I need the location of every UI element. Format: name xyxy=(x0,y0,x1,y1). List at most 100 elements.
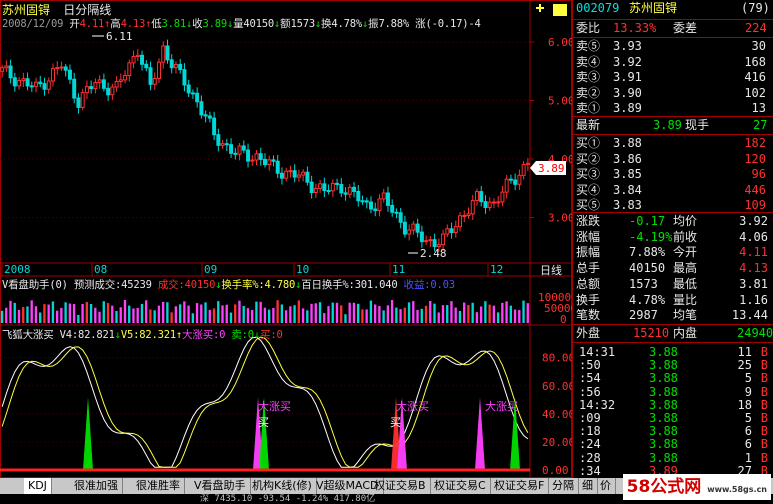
candle-body xyxy=(470,199,475,215)
volume-bar xyxy=(81,303,84,323)
max-price-label: 6.11 xyxy=(106,30,133,43)
volume-bar xyxy=(471,302,474,323)
amount-value: 1573 xyxy=(290,18,315,30)
tab-8[interactable]: 权证交易F xyxy=(490,478,550,494)
candle-body xyxy=(356,190,361,202)
tab-7[interactable]: 权证交易C xyxy=(430,478,491,494)
last-price-row: 最新 3.89 现手 27 xyxy=(576,118,768,132)
ask-volume: 30 xyxy=(751,39,766,53)
candle-body xyxy=(258,153,263,160)
candle-body xyxy=(46,80,51,90)
volume-bar xyxy=(212,308,216,323)
volume-bar xyxy=(204,302,207,323)
volume-bar xyxy=(441,305,445,323)
volume-bar xyxy=(259,301,262,323)
ask-price: 3.91 xyxy=(613,70,642,84)
stat-row: 笔数 2987 均笔 13.44 xyxy=(576,308,768,323)
candle-body xyxy=(140,54,145,65)
month-label: 11 xyxy=(392,263,405,276)
volume-bar xyxy=(149,309,152,323)
candle-body xyxy=(199,101,204,116)
candle-body xyxy=(441,233,446,246)
kline-chart-svg[interactable]: 6.005.004.003.006.112.483.892008 08 09 10 11… xyxy=(0,0,578,478)
candle-body xyxy=(513,179,518,185)
candle-body xyxy=(458,215,463,228)
ask-price: 3.92 xyxy=(613,54,642,69)
info-icon xyxy=(553,4,567,16)
volume-bar xyxy=(352,302,356,323)
candle-body xyxy=(335,182,340,185)
chart-area[interactable]: 6.00 5.00 4.00 3.00 6.11 2.48 3.89 2008 08 09 10 11… xyxy=(0,0,578,478)
volume-bar xyxy=(187,305,190,323)
candle-body xyxy=(59,66,64,69)
candle-body xyxy=(127,62,132,77)
tab-10[interactable]: 细 xyxy=(578,478,598,494)
volume-panel-title: V看盘助手(0) xyxy=(2,279,68,291)
bid-row: 买③ 3.85 96 xyxy=(576,167,766,181)
tab-6[interactable]: 权证交易B xyxy=(370,478,431,494)
ask-row: 卖① 3.89 13 xyxy=(576,101,766,115)
volume-bar xyxy=(72,304,76,323)
volume-bar xyxy=(420,308,423,323)
tab-4[interactable]: 机构K线(修) xyxy=(248,478,317,494)
candle-body xyxy=(237,145,242,155)
indicator-title: 飞狐大涨买 xyxy=(2,329,54,341)
low-value: 3.81 xyxy=(161,18,187,30)
candle-body xyxy=(381,192,386,200)
price-axis-label: 3.00 xyxy=(548,212,572,225)
candle-body xyxy=(462,214,467,217)
volume-bar xyxy=(106,303,110,323)
big-rise-buy-annotation: 大涨买 xyxy=(258,399,291,413)
volume-bar xyxy=(22,307,25,323)
stat-value: -4.19% xyxy=(629,229,673,244)
ask-row: 卖② 3.90 102 xyxy=(576,85,766,100)
candle-body xyxy=(135,54,140,57)
volume-bar xyxy=(301,308,305,323)
volume-bar xyxy=(403,307,406,323)
volume-bar xyxy=(484,301,487,323)
candle-body xyxy=(521,163,526,176)
candle-body xyxy=(76,97,81,108)
stat-value: 3.92 xyxy=(739,214,768,228)
stat-value: 1.16 xyxy=(739,292,768,307)
open-value: 4.11 xyxy=(79,18,105,30)
candle-body xyxy=(508,178,513,181)
period-line-label: 日线 xyxy=(540,263,562,277)
month-label: 09 xyxy=(204,263,217,276)
big-rise-buy-annotation: 大涨买 xyxy=(396,399,429,413)
volume-bar xyxy=(30,300,33,323)
volume-bar xyxy=(234,304,237,323)
volume-bar xyxy=(208,309,211,323)
volume-bar xyxy=(55,310,59,323)
candle-body xyxy=(17,80,22,87)
chart-title: 苏州固锝 日分隔线 xyxy=(2,1,111,17)
tab-3[interactable]: V看盘助手 xyxy=(190,478,251,494)
indicator-axis-label: 80.00 xyxy=(542,352,572,365)
candle-body xyxy=(424,240,429,243)
month-label: 12 xyxy=(490,263,503,276)
ask-row: 卖⑤ 3.93 30 xyxy=(576,39,766,53)
tab-9[interactable]: 分隔 xyxy=(548,478,579,494)
tab-1[interactable]: 很准加强 xyxy=(70,478,123,494)
price-axis-label: 5.00 xyxy=(548,95,572,108)
candle-body xyxy=(373,208,378,212)
bid-row: 买② 3.86 120 xyxy=(576,151,766,166)
volume-bar xyxy=(255,301,258,323)
volume-bar xyxy=(297,300,300,323)
tab-11[interactable]: 价 xyxy=(596,478,616,494)
volume-axis-label: 0 xyxy=(560,313,567,326)
volume-bar xyxy=(280,304,284,323)
big-rise-buy-annotation: 大涨买 xyxy=(485,399,518,413)
tab-0[interactable]: KDJ xyxy=(24,478,52,494)
candle-body xyxy=(186,84,191,94)
stat-value: 4.13 xyxy=(739,261,768,276)
volume-bar xyxy=(191,313,194,323)
last-price: 3.89 xyxy=(653,118,682,132)
signal-spike xyxy=(83,396,93,470)
volume-bar xyxy=(13,302,16,323)
ohlc-info-line: 2008/12/09 开4.11↑高4.13↑低3.81↓收3.89↓量4015… xyxy=(2,18,481,30)
candle-body xyxy=(42,83,47,90)
tab-2[interactable]: 很准胜率 xyxy=(132,478,185,494)
signal-spike xyxy=(475,396,485,470)
candle-body xyxy=(445,228,450,235)
